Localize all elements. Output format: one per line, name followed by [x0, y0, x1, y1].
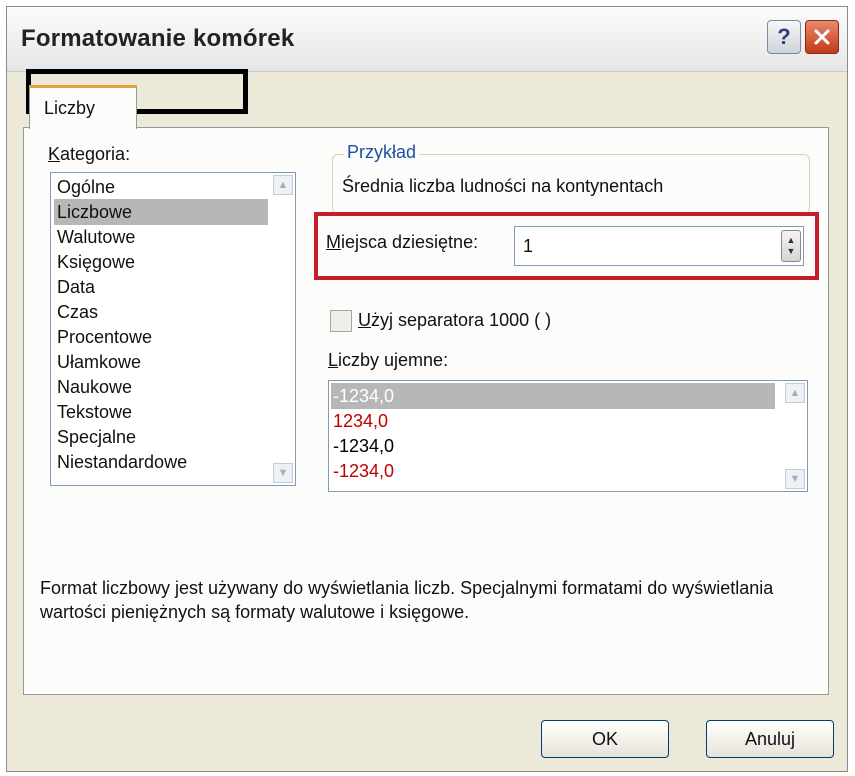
category-item-percentage[interactable]: Procentowe [57, 325, 152, 349]
tab-numbers[interactable]: Liczby [29, 85, 137, 129]
category-item-accounting[interactable]: Księgowe [57, 250, 135, 274]
negative-item[interactable]: -1234,0 [333, 459, 394, 483]
close-icon [814, 29, 830, 45]
format-cells-dialog: Formatowanie komórek ? Liczby Kategoria:… [6, 6, 848, 772]
category-scrollbar[interactable]: ▲ ▼ [273, 175, 293, 483]
category-label: Kategoria: [48, 144, 131, 164]
sample-value: Średnia liczba ludności na kontynentach [342, 176, 664, 196]
category-item-scientific[interactable]: Naukowe [57, 375, 132, 399]
ok-button[interactable]: OK [541, 720, 669, 758]
title-bar[interactable]: Formatowanie komórek ? [7, 7, 847, 72]
category-description: Format liczbowy jest używany do wyświetl… [40, 578, 774, 622]
category-item-general[interactable]: Ogólne [57, 175, 115, 199]
category-item-time[interactable]: Czas [57, 300, 98, 324]
decimal-places-highlight-box [314, 212, 819, 280]
sample-legend: Przykład [344, 142, 420, 163]
negative-scrollbar[interactable]: ▲ ▼ [785, 383, 805, 489]
scroll-down-icon[interactable]: ▼ [273, 463, 293, 483]
tab-label: Liczby [44, 98, 96, 118]
scroll-down-icon[interactable]: ▼ [785, 469, 805, 489]
category-item-custom[interactable]: Niestandardowe [57, 450, 187, 474]
category-item-currency[interactable]: Walutowe [57, 225, 135, 249]
scroll-up-icon[interactable]: ▲ [785, 383, 805, 403]
category-item-text[interactable]: Tekstowe [57, 400, 132, 424]
negative-item[interactable]: -1234,0 [333, 434, 394, 458]
tab-panel: Kategoria: Ogólne Liczbowe Walutowe Księ… [23, 127, 829, 695]
negative-item[interactable]: 1234,0 [333, 409, 388, 433]
dialog-title: Formatowanie komórek [21, 25, 295, 52]
category-list[interactable]: Ogólne Liczbowe Walutowe Księgowe Data C… [50, 172, 296, 486]
thousands-separator-checkbox[interactable] [330, 310, 352, 332]
negative-selection-highlight [331, 383, 775, 409]
category-item-fraction[interactable]: Ułamkowe [57, 350, 141, 374]
negative-numbers-list[interactable]: -1234,0 1234,0 -1234,0 -1234,0 ▲ ▼ [328, 380, 808, 492]
close-button[interactable] [805, 20, 839, 54]
scroll-up-icon[interactable]: ▲ [273, 175, 293, 195]
cancel-button[interactable]: Anuluj [706, 720, 834, 758]
help-button[interactable]: ? [767, 20, 801, 54]
question-icon: ? [777, 24, 791, 49]
category-item-number[interactable]: Liczbowe [57, 200, 132, 224]
thousands-separator-label: Użyj separatora 1000 ( ) [358, 310, 552, 330]
category-item-special[interactable]: Specjalne [57, 425, 136, 449]
negative-numbers-label: Liczby ujemne: [328, 350, 449, 370]
category-item-date[interactable]: Data [57, 275, 95, 299]
negative-item[interactable]: -1234,0 [333, 384, 394, 408]
